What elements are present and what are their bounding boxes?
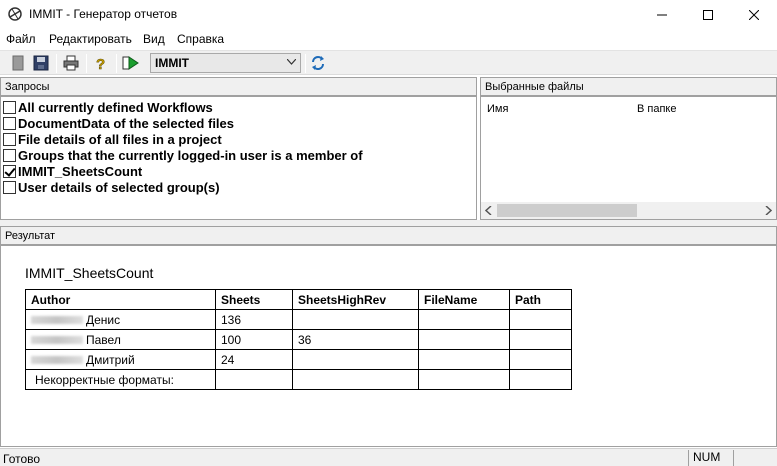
query-checkbox-checked[interactable]: [3, 164, 16, 178]
report-combo[interactable]: IMMIT: [150, 53, 301, 73]
table-row: Дмитрий 24: [25, 349, 572, 370]
window-title: IMMIT - Генератор отчетов: [29, 7, 178, 21]
document-icon: [12, 55, 24, 71]
result-header-label: Результат: [5, 230, 56, 242]
table-cell: [418, 309, 510, 330]
table-row: Денис 136: [25, 309, 572, 330]
maximize-icon: [703, 9, 713, 20]
table-row: Павел 100 36: [25, 329, 572, 350]
app-icon: [8, 7, 22, 21]
run-button[interactable]: [121, 53, 141, 73]
table-cell: 36: [292, 329, 419, 350]
chevron-left-icon[interactable]: [485, 206, 492, 215]
table-cell: [215, 369, 293, 390]
column-header: Path: [509, 289, 572, 310]
table-cell: [509, 329, 572, 350]
table-cell: [292, 349, 419, 370]
play-icon: [122, 56, 139, 70]
queries-header-label: Запросы: [5, 81, 50, 93]
table-cell: [418, 329, 510, 350]
table-cell: [418, 369, 510, 390]
close-button[interactable]: [731, 0, 777, 29]
status-pane: [733, 450, 777, 466]
chevron-down-icon: [287, 59, 296, 65]
query-item-groups[interactable]: Groups that the currently logged-in user…: [3, 147, 363, 163]
table-cell: [292, 309, 419, 330]
selected-files-list: Имя В папке: [480, 96, 777, 220]
svg-text:?: ?: [96, 56, 105, 71]
chevron-right-icon[interactable]: [765, 206, 772, 215]
query-checkbox[interactable]: [3, 132, 16, 146]
redacted-surname: [31, 336, 83, 345]
table-cell: 100: [215, 329, 293, 350]
status-bar: Готово NUM: [0, 448, 777, 466]
close-icon: [749, 9, 759, 20]
help-button[interactable]: ?: [91, 53, 111, 73]
scrollbar-thumb[interactable]: [497, 204, 637, 217]
table-cell: [509, 349, 572, 370]
table-cell: [292, 369, 419, 390]
redacted-surname: [31, 316, 83, 325]
column-header: SheetsHighRev: [292, 289, 419, 310]
save-button[interactable]: [31, 53, 51, 73]
footer-label-cell: Некорректные форматы:: [25, 369, 216, 390]
queries-list: All currently defined Workflows Document…: [0, 96, 477, 220]
save-icon: [33, 55, 49, 71]
author-cell: Дмитрий: [25, 349, 216, 370]
status-text: Готово: [3, 452, 41, 466]
num-lock-indicator: NUM: [688, 450, 732, 466]
menu-bar: Файл Редактировать Вид Справка: [0, 29, 777, 48]
menu-view[interactable]: Вид: [143, 32, 165, 46]
selected-files-header: Выбранные файлы: [480, 77, 777, 96]
table-cell: 24: [215, 349, 293, 370]
column-name[interactable]: Имя: [487, 103, 508, 115]
column-header: FileName: [418, 289, 510, 310]
redacted-surname: [31, 356, 83, 365]
minimize-button[interactable]: [639, 0, 685, 29]
table-cell: [509, 369, 572, 390]
query-checkbox[interactable]: [3, 148, 16, 162]
queries-header: Запросы: [0, 77, 477, 96]
query-item-sheetscount[interactable]: IMMIT_SheetsCount: [3, 163, 142, 179]
title-bar: IMMIT - Генератор отчетов: [0, 0, 777, 29]
column-header: Author: [25, 289, 216, 310]
query-checkbox[interactable]: [3, 100, 16, 114]
selected-files-header-label: Выбранные файлы: [485, 81, 584, 93]
query-item-documentdata[interactable]: DocumentData of the selected files: [3, 115, 234, 131]
menu-help[interactable]: Справка: [177, 32, 224, 46]
menu-file[interactable]: Файл: [6, 32, 36, 46]
minimize-icon: [657, 14, 667, 15]
horizontal-scrollbar[interactable]: [481, 202, 776, 219]
column-header: Sheets: [215, 289, 293, 310]
maximize-button[interactable]: [685, 0, 731, 29]
printer-icon: [63, 55, 79, 71]
query-item-user-details[interactable]: User details of selected group(s): [3, 179, 220, 195]
menu-edit[interactable]: Редактировать: [49, 32, 132, 46]
refresh-button[interactable]: [308, 53, 328, 73]
query-item-file-details[interactable]: File details of all files in a project: [3, 131, 222, 147]
print-button[interactable]: [61, 53, 81, 73]
table-header-row: Author Sheets SheetsHighRev FileName Pat…: [25, 289, 572, 310]
table-row: Некорректные форматы:: [25, 369, 572, 390]
query-checkbox[interactable]: [3, 180, 16, 194]
table-cell: [509, 309, 572, 330]
refresh-icon: [312, 56, 324, 70]
query-checkbox[interactable]: [3, 116, 16, 130]
help-icon: ?: [96, 56, 106, 71]
report-title: IMMIT_SheetsCount: [25, 265, 154, 281]
result-table: Author Sheets SheetsHighRev FileName Pat…: [25, 289, 572, 390]
author-cell: Павел: [25, 329, 216, 350]
column-folder[interactable]: В папке: [637, 103, 676, 115]
table-cell: [418, 349, 510, 370]
toolbar: ? IMMIT: [0, 50, 777, 75]
combo-value: IMMIT: [155, 56, 189, 70]
result-header: Результат: [0, 226, 777, 245]
author-cell: Денис: [25, 309, 216, 330]
query-item-workflows[interactable]: All currently defined Workflows: [3, 99, 213, 115]
table-cell: 136: [215, 309, 293, 330]
new-button[interactable]: [8, 53, 28, 73]
